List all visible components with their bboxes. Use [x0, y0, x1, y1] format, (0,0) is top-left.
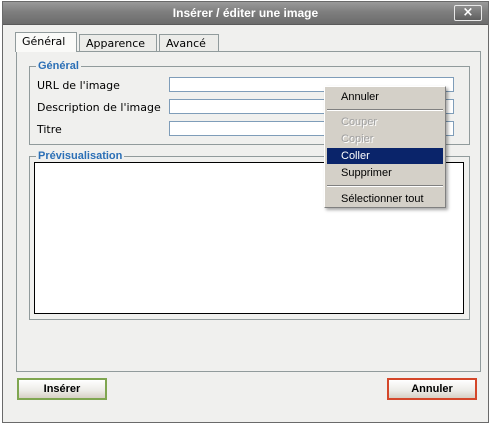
menu-item-delete[interactable]: Supprimer — [327, 165, 443, 181]
image-description-label: Description de l'image — [37, 101, 161, 114]
menu-item-copy: Copier — [341, 133, 374, 145]
menu-item-select-all[interactable]: Sélectionner tout — [327, 191, 443, 207]
menu-separator — [327, 109, 443, 111]
tab-advanced[interactable]: Avancé — [159, 34, 219, 52]
close-icon: × — [462, 5, 474, 20]
context-menu: Annuler Couper Copier Coller Supprimer S… — [324, 86, 446, 208]
tab-appearance[interactable]: Apparence — [79, 34, 157, 52]
image-dialog: Insérer / éditer une image × Général App… — [2, 1, 489, 423]
tab-general[interactable]: Général — [15, 32, 77, 52]
menu-separator — [327, 185, 443, 187]
image-url-label: URL de l'image — [37, 79, 120, 92]
close-button[interactable]: × — [454, 5, 482, 21]
cancel-button[interactable]: Annuler — [387, 378, 477, 400]
image-title-label: Titre — [37, 123, 62, 136]
title-bar[interactable]: Insérer / éditer une image × — [3, 2, 488, 25]
insert-button[interactable]: Insérer — [17, 378, 107, 400]
menu-item-cut: Couper — [341, 116, 378, 128]
menu-item-undo[interactable]: Annuler — [327, 89, 443, 105]
preview-legend: Prévisualisation — [38, 150, 123, 162]
menu-item-paste[interactable]: Coller — [327, 148, 443, 164]
general-legend: Général — [38, 60, 79, 72]
dialog-title: Insérer / éditer une image — [172, 6, 319, 20]
